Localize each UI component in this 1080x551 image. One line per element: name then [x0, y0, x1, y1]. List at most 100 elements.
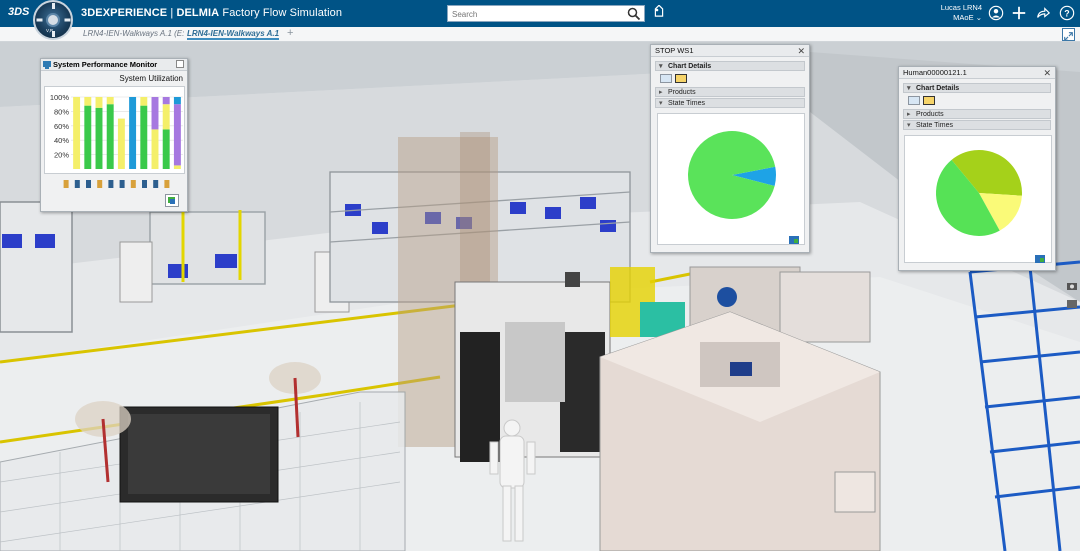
- utilization-bar-green: [106, 104, 114, 169]
- resource-icon: [130, 180, 136, 188]
- user-name: Lucas LRN4: [940, 3, 982, 12]
- y-tick-label: 60%: [54, 122, 69, 131]
- expand-icon[interactable]: [1062, 28, 1075, 41]
- rack-center-left: [149, 210, 266, 285]
- utilization-bar-yellow: [117, 118, 125, 169]
- machine-center: [454, 272, 611, 462]
- utilization-bar-green: [162, 129, 170, 169]
- close-icon[interactable]: ✕: [797, 45, 805, 57]
- bar-chart-icon[interactable]: [923, 96, 935, 105]
- brand-delmia: DELMIA: [176, 7, 220, 19]
- workspace-selector[interactable]: MAoE ⌄: [932, 13, 982, 23]
- resource-icon: [108, 180, 114, 188]
- chart-type-toggle: [658, 72, 809, 86]
- utilization-bar-yellow: [73, 97, 81, 169]
- add-icon[interactable]: [1010, 4, 1028, 22]
- utilization-bar-blue: [173, 97, 181, 105]
- stop-ws1-titlebar[interactable]: STOP WS1 ✕: [651, 45, 809, 57]
- tag-icon[interactable]: [651, 5, 667, 21]
- utilization-bar-green: [95, 107, 103, 169]
- utilization-bar-purple: [162, 97, 170, 105]
- system-performance-monitor[interactable]: System Performance Monitor System Utiliz…: [40, 58, 188, 212]
- human-title: Human00000121.1: [903, 68, 967, 77]
- resource-icon: [153, 180, 159, 188]
- ds-logo: 3DS: [8, 6, 30, 18]
- human-titlebar[interactable]: Human00000121.1 ✕: [899, 67, 1055, 79]
- close-icon[interactable]: ✕: [1043, 67, 1051, 79]
- perf-monitor-title: System Performance Monitor: [53, 60, 158, 69]
- utilization-bar-purple: [151, 97, 159, 130]
- search-input[interactable]: [452, 8, 622, 20]
- top-bar: 3DS 3DEXPERIENCE | DELMIA Factory Flow S…: [0, 0, 1080, 27]
- svg-text:?: ?: [1064, 9, 1069, 19]
- bar-chart-icon[interactable]: [675, 74, 687, 83]
- stop-ws1-chart-area: [657, 113, 805, 245]
- products-section[interactable]: Products: [903, 109, 1051, 120]
- pie-chart-icon[interactable]: [908, 96, 920, 105]
- utilization-bar-purple: [173, 104, 181, 166]
- resource-icon: [142, 180, 147, 188]
- compass-icon[interactable]: V,R: [33, 0, 73, 40]
- utilization-bar-green: [140, 105, 148, 169]
- stop-ws1-pie-chart: [688, 130, 776, 219]
- rack-left: [0, 201, 73, 333]
- utilization-bar-yellow: [162, 104, 170, 130]
- compass-label: V,R: [46, 28, 54, 33]
- resource-icon: [97, 180, 103, 188]
- chevron-down-icon: ⌄: [975, 13, 982, 22]
- utilization-bar-yellow: [95, 97, 103, 108]
- perf-monitor-subtitle: System Utilization: [119, 74, 183, 83]
- perf-monitor-titlebar[interactable]: System Performance Monitor: [41, 59, 187, 71]
- brand-app-name: Factory Flow Simulation: [219, 7, 343, 19]
- human-chart-area: [904, 135, 1052, 263]
- resource-icon: [63, 180, 69, 188]
- minimize-button[interactable]: [176, 60, 184, 68]
- state-times-section[interactable]: State Times: [903, 120, 1051, 131]
- utilization-bar-yellow: [84, 97, 92, 106]
- resource-icon: [119, 180, 125, 188]
- document-tabs: LRN4-IEN-Walkways A.1 (E: LRN4-IEN-Walkw…: [0, 27, 1080, 42]
- human-panel[interactable]: Human00000121.1 ✕ Chart Details Products…: [898, 66, 1056, 271]
- tab-walkways-active[interactable]: LRN4-IEN-Walkways A.1: [187, 29, 280, 40]
- utilization-bar-blue: [129, 97, 137, 169]
- share-icon[interactable]: [1034, 4, 1052, 22]
- y-tick-label: 100%: [50, 93, 70, 102]
- chart-details-section[interactable]: Chart Details: [655, 61, 805, 72]
- stop-ws1-title: STOP WS1: [655, 46, 694, 55]
- user-info[interactable]: Lucas LRN4 MAoE ⌄: [932, 3, 982, 23]
- add-tab-button[interactable]: +: [287, 27, 293, 39]
- y-tick-label: 40%: [54, 136, 69, 145]
- y-tick-label: 20%: [54, 151, 69, 160]
- utilization-bar-yellow: [173, 165, 181, 169]
- search-box[interactable]: [447, 5, 645, 22]
- resource-icons-row: [61, 176, 185, 188]
- resource-icon: [74, 180, 80, 188]
- search-icon[interactable]: [627, 7, 641, 21]
- perf-chart-area: 100% 80% 60% 40% 20%: [44, 86, 185, 174]
- perf-bar-chart: 100% 80% 60% 40% 20%: [50, 93, 183, 169]
- camera-icon[interactable]: [1066, 280, 1078, 292]
- resource-icon: [86, 180, 91, 188]
- app-title: 3DEXPERIENCE | DELMIA Factory Flow Simul…: [81, 7, 342, 19]
- export-chart-icon[interactable]: [1035, 255, 1045, 263]
- resource-icon: [164, 180, 170, 188]
- state-times-section[interactable]: State Times: [655, 98, 805, 109]
- monitor-icon: [43, 61, 51, 69]
- y-tick-label: 80%: [54, 107, 69, 116]
- export-chart-icon[interactable]: [789, 236, 799, 244]
- human-pie-chart: [936, 150, 1022, 236]
- pie-chart-icon[interactable]: [660, 74, 672, 83]
- products-section[interactable]: Products: [655, 87, 805, 98]
- utilization-bar-yellow: [151, 129, 159, 169]
- export-icon[interactable]: [165, 194, 179, 207]
- workspace-label: MAoE: [953, 13, 974, 22]
- help-icon[interactable]: ?: [1058, 4, 1076, 22]
- utilization-bar-yellow: [106, 97, 114, 105]
- user-icon[interactable]: [987, 4, 1005, 22]
- layers-icon[interactable]: [1066, 298, 1078, 310]
- tab-walkways-edit[interactable]: LRN4-IEN-Walkways A.1 (E:: [83, 29, 184, 38]
- chart-details-section[interactable]: Chart Details: [903, 83, 1051, 94]
- utilization-bar-green: [84, 105, 92, 169]
- stop-ws1-panel[interactable]: STOP WS1 ✕ Chart Details Products State …: [650, 44, 810, 253]
- chart-type-toggle: [906, 94, 1055, 108]
